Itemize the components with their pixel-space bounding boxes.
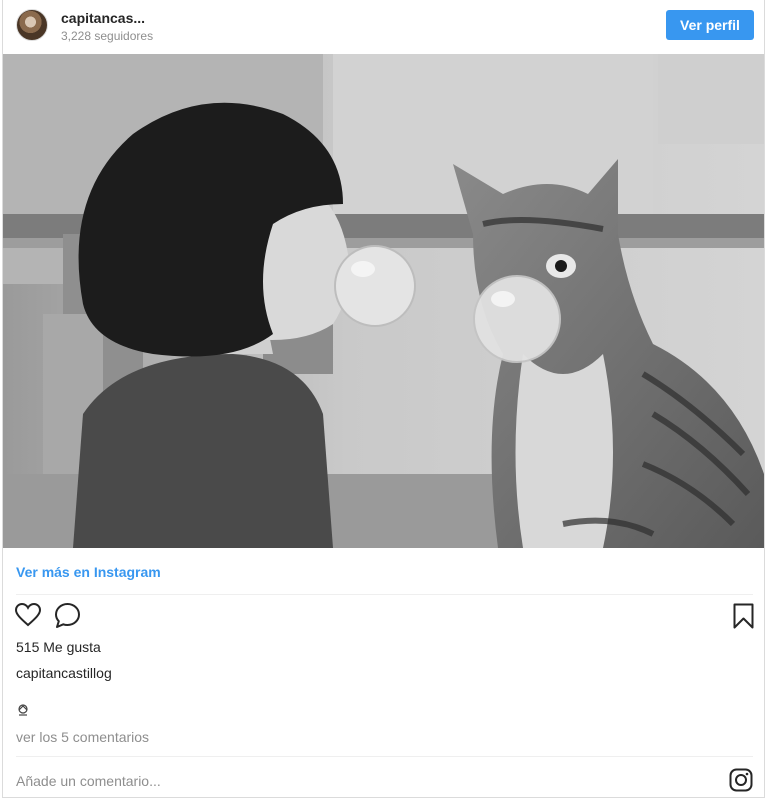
instagram-logo-icon[interactable]: [729, 768, 753, 797]
avatar[interactable]: [16, 9, 48, 41]
caption-author[interactable]: capitancastillog: [16, 665, 112, 681]
view-profile-button[interactable]: Ver perfil: [666, 10, 754, 40]
divider: [16, 594, 753, 595]
divider: [16, 756, 753, 757]
post-header: capitancas... 3,228 seguidores Ver perfi…: [3, 0, 764, 54]
view-more-on-instagram-link[interactable]: Ver más en Instagram: [16, 564, 161, 580]
like-count[interactable]: 515 Me gusta: [16, 639, 101, 655]
instagram-embed: capitancas... 3,228 seguidores Ver perfi…: [2, 0, 765, 798]
username[interactable]: capitancas...: [61, 10, 145, 26]
bookmark-icon[interactable]: [733, 603, 754, 634]
emoji-icon: [16, 703, 30, 722]
heart-icon[interactable]: [14, 602, 42, 632]
follower-count: 3,228 seguidores: [61, 29, 154, 43]
post-photo-drawing: [3, 54, 764, 548]
add-comment-input[interactable]: Añade un comentario...: [16, 773, 161, 789]
post-image[interactable]: [3, 54, 764, 548]
view-comments-link[interactable]: ver los 5 comentarios: [16, 729, 149, 745]
comment-bubble-icon[interactable]: [54, 602, 81, 634]
